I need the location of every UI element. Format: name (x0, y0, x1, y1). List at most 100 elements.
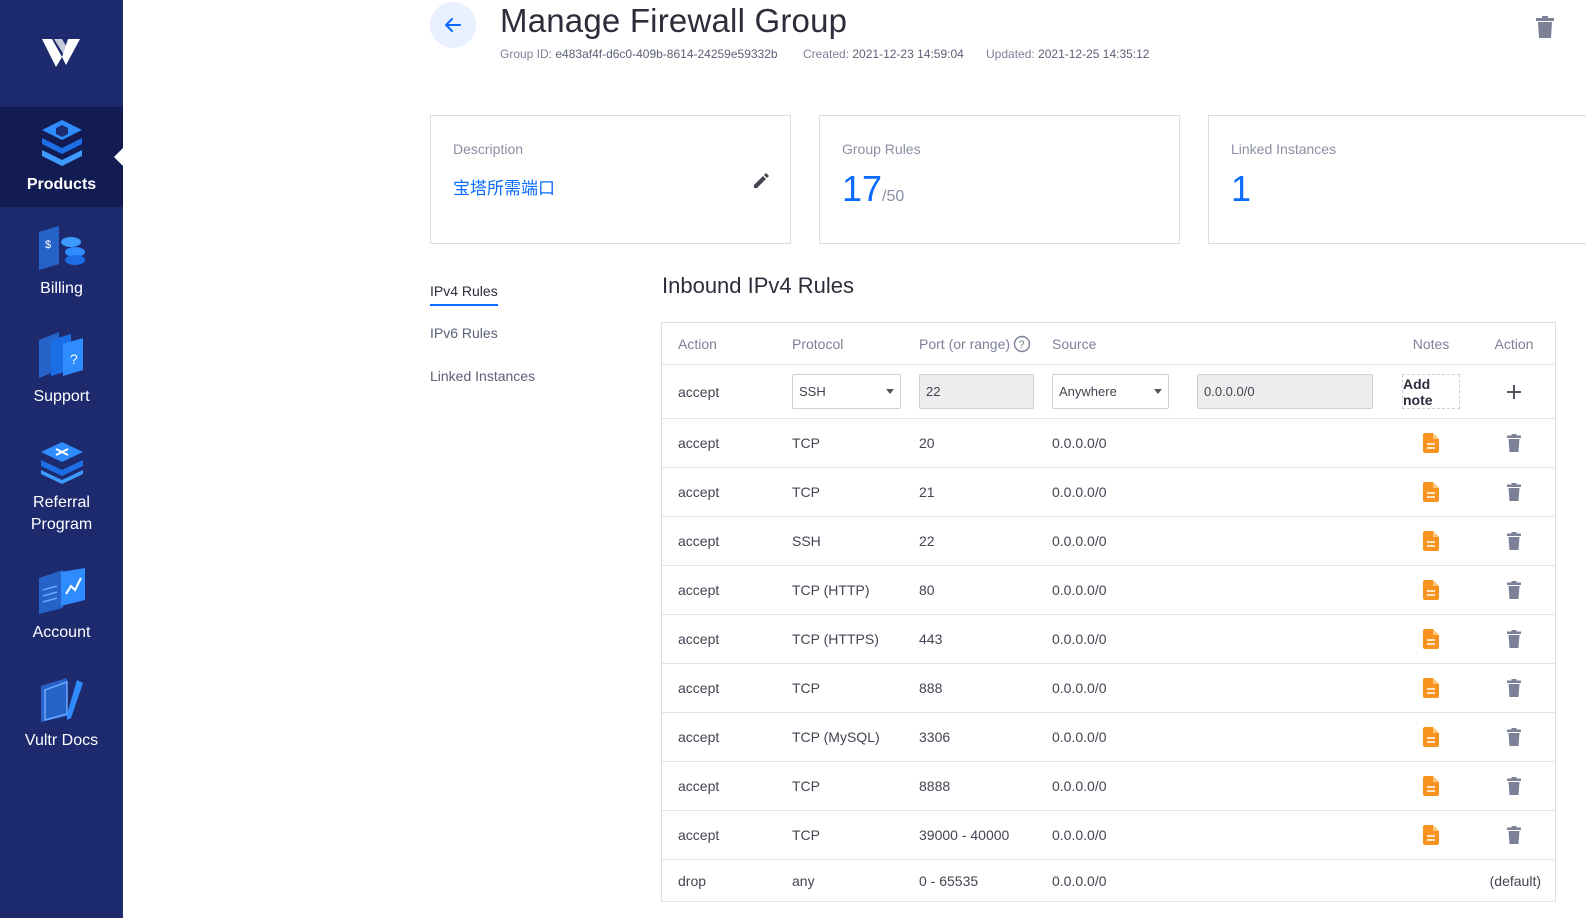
default-source: 0.0.0.0/0 (1052, 872, 1107, 889)
delete-rule-button[interactable] (1477, 419, 1551, 467)
delete-rule-button[interactable] (1477, 713, 1551, 761)
trash-icon (1507, 483, 1521, 501)
rule-protocol: TCP (HTTPS) (792, 631, 879, 647)
table-header: Action Protocol Port (or range) ? Source… (662, 323, 1555, 365)
vultr-logo[interactable] (0, 0, 123, 107)
delete-rule-button[interactable] (1477, 615, 1551, 663)
rule-source: 0.0.0.0/0 (1052, 484, 1107, 500)
group-rules-card: Group Rules 17/50 (819, 115, 1180, 244)
created-date: Created: 2021-12-23 14:59:04 (803, 47, 964, 61)
sidebar-item-billing[interactable]: $ Billing (0, 224, 123, 304)
port-input[interactable]: 22 (919, 374, 1034, 409)
edit-description-button[interactable] (752, 172, 770, 195)
rule-port: 443 (919, 631, 943, 647)
sidebar-item-docs[interactable]: Vultr Docs (0, 674, 123, 754)
products-icon (41, 120, 82, 166)
add-note-button[interactable]: Add note (1402, 374, 1460, 409)
note-button[interactable] (1402, 811, 1460, 859)
add-rule-button[interactable] (1477, 365, 1551, 418)
sidebar-item-products[interactable]: Products (0, 107, 123, 207)
delete-group-button[interactable] (1536, 16, 1554, 43)
rule-source: 0.0.0.0/0 (1052, 778, 1107, 794)
delete-rule-button[interactable] (1477, 566, 1551, 614)
section-title: Inbound IPv4 Rules (662, 273, 855, 298)
svg-text:?: ? (1019, 339, 1025, 351)
tab-ipv6-rules[interactable]: IPv6 Rules (430, 325, 498, 341)
delete-rule-button[interactable] (1477, 468, 1551, 516)
delete-rule-button[interactable] (1477, 517, 1551, 565)
note-button[interactable] (1402, 713, 1460, 761)
table-row: accept TCP (HTTPS) 443 0.0.0.0/0 (662, 615, 1555, 664)
trash-icon (1507, 728, 1521, 746)
rule-source: 0.0.0.0/0 (1052, 729, 1107, 745)
rule-action: accept (678, 827, 720, 843)
source-ip-input[interactable]: 0.0.0.0/0 (1197, 374, 1373, 409)
back-button[interactable] (430, 2, 476, 48)
rules-count-value: 17 (842, 168, 883, 209)
sidebar-item-referral[interactable]: Referral Program (0, 440, 123, 540)
note-button[interactable] (1402, 468, 1460, 516)
rule-protocol: TCP (792, 778, 820, 794)
note-button[interactable] (1402, 615, 1460, 663)
source-select[interactable]: Anywhere (1052, 374, 1169, 409)
note-button[interactable] (1402, 419, 1460, 467)
trash-icon (1507, 581, 1521, 599)
linked-instances-card: Linked Instances 1 (1208, 115, 1586, 244)
vultr-logo-icon (41, 38, 80, 67)
header-port-label: Port (or range) (919, 335, 1011, 352)
note-button[interactable] (1402, 664, 1460, 712)
table-row: accept TCP 888 0.0.0.0/0 (662, 664, 1555, 713)
sidebar-item-account[interactable]: Account (0, 566, 123, 646)
note-icon (1423, 629, 1439, 649)
default-rule-row: drop any 0 - 65535 0.0.0.0/0 (default) (662, 860, 1555, 902)
help-icon[interactable]: ? (1013, 335, 1031, 353)
rule-protocol: TCP (HTTP) (792, 582, 870, 598)
protocol-select-value: SSH (799, 384, 826, 399)
rule-port: 888 (919, 680, 943, 696)
default-port: 0 - 65535 (919, 872, 979, 889)
page-title: Manage Firewall Group (500, 2, 848, 39)
header-action2: Action (1494, 335, 1534, 352)
default-note: (default) (1489, 872, 1541, 889)
delete-rule-button[interactable] (1477, 762, 1551, 810)
header-port: Port (or range) ? (919, 323, 1031, 364)
delete-rule-button[interactable] (1477, 664, 1551, 712)
account-icon (38, 568, 85, 614)
rule-port: 8888 (919, 778, 951, 794)
plus-icon (1507, 384, 1521, 399)
note-button[interactable] (1402, 566, 1460, 614)
sidebar-item-label: Billing (40, 280, 83, 297)
trash-icon (1507, 434, 1521, 452)
table-row: accept TCP 39000 - 40000 0.0.0.0/0 (662, 811, 1555, 860)
created-label: Created: (803, 47, 850, 61)
tab-linked-instances[interactable]: Linked Instances (430, 368, 535, 384)
group-rules-count: 17/50 (842, 168, 904, 210)
protocol-select[interactable]: SSH (792, 374, 901, 409)
protocol-select-wrap: SSH (792, 365, 901, 418)
updated-value: 2021-12-25 14:35:12 (1038, 47, 1150, 61)
note-button[interactable] (1402, 762, 1460, 810)
updated-date: Updated: 2021-12-25 14:35:12 (986, 47, 1149, 61)
note-button[interactable] (1402, 517, 1460, 565)
rules-max-value: /50 (882, 188, 905, 205)
port-input-wrap: 22 (919, 365, 1034, 418)
rule-port: 22 (919, 533, 935, 549)
sidebar-item-support[interactable]: ? Support (0, 330, 123, 410)
header-notes: Notes (1412, 335, 1450, 352)
rule-rows: accept TCP 20 0.0.0.0/0 accept TCP 21 0.0.0.0/0… (662, 419, 1555, 860)
group-id-value: e483af4f-d6c0-409b-8614-24259e59332b (555, 47, 778, 61)
delete-rule-button[interactable] (1477, 811, 1551, 859)
note-icon (1423, 482, 1439, 502)
rule-protocol: TCP (792, 484, 820, 500)
trash-icon (1507, 679, 1521, 697)
tab-ipv4-rules[interactable]: IPv4 Rules (430, 283, 498, 306)
trash-icon (1507, 532, 1521, 550)
rule-source: 0.0.0.0/0 (1052, 582, 1107, 598)
rule-action: accept (678, 778, 720, 794)
referral-icon (40, 442, 83, 484)
rule-port: 39000 - 40000 (919, 827, 1010, 843)
table-row: accept TCP 21 0.0.0.0/0 (662, 468, 1555, 517)
rule-action: accept (678, 631, 720, 647)
rule-action: accept (678, 582, 720, 598)
source-select-value: Anywhere (1059, 384, 1117, 399)
